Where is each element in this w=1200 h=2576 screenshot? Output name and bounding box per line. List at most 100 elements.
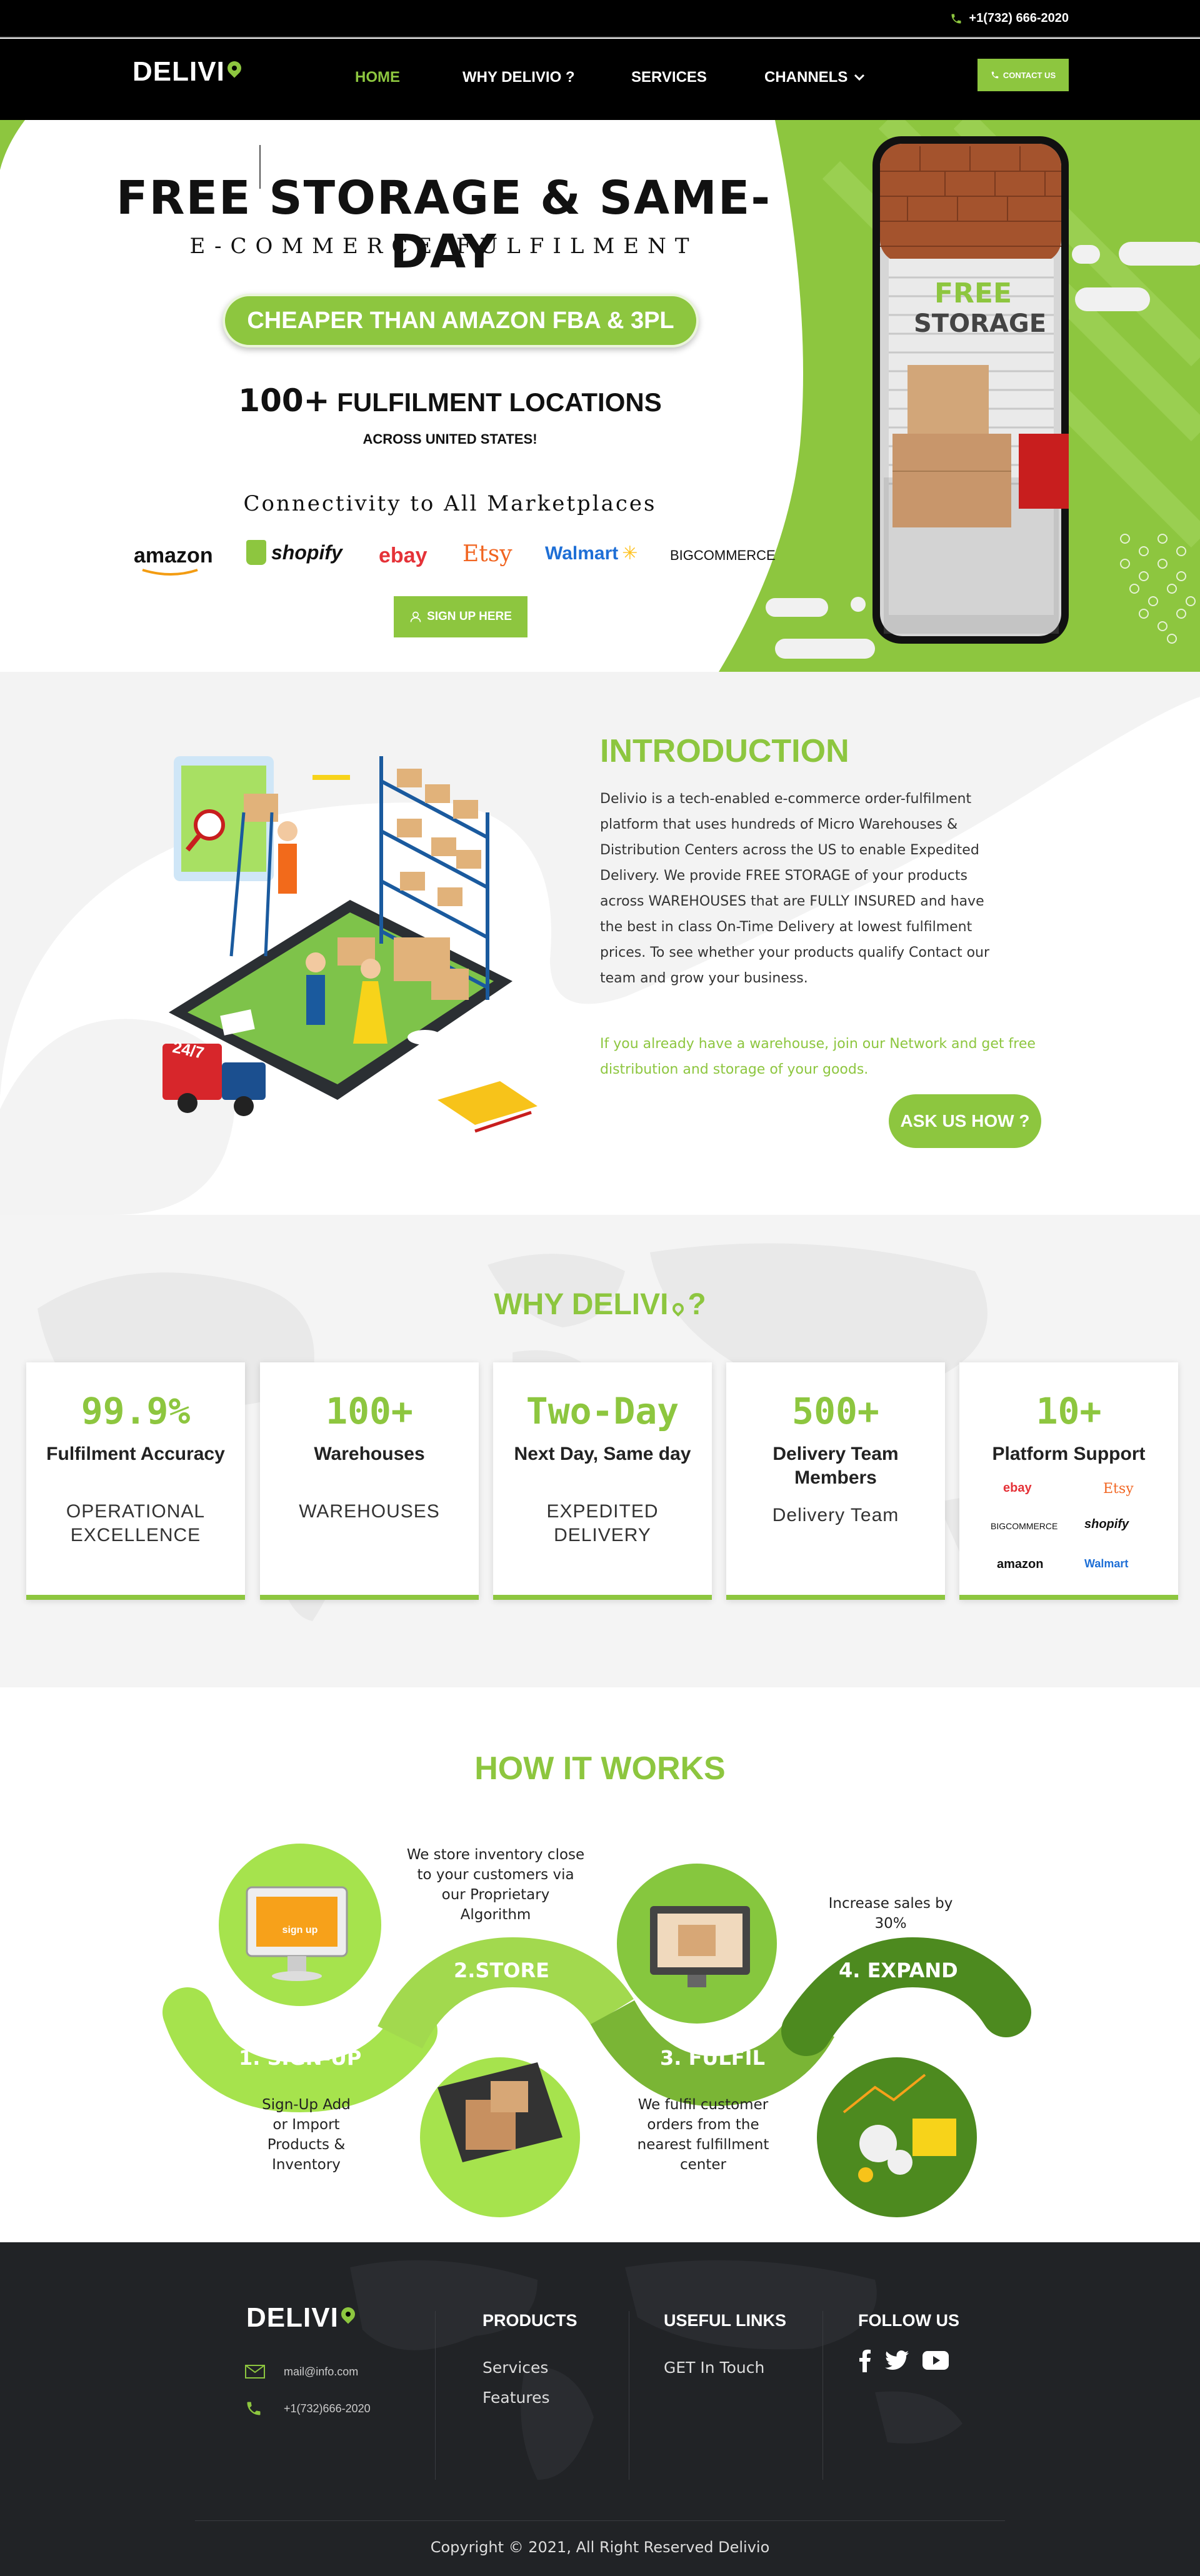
step-3-text: We fulfil customer orders from the neare… <box>637 2097 769 2173</box>
walmart-text: Walmart <box>545 542 619 564</box>
envelope-icon <box>245 2365 265 2379</box>
why-card-value: 10+ <box>1036 1390 1102 1432</box>
logo[interactable]: DELIVI <box>132 56 244 87</box>
step-2-label: 2.STORE <box>454 1959 549 1982</box>
etsy-logo: Etsy <box>462 541 512 567</box>
amazon-logo: amazon <box>134 544 213 567</box>
walmart-spark-icon: ✳ <box>622 543 638 564</box>
location-pin-icon <box>224 58 244 78</box>
why-card-label: Platform Support <box>992 1444 1146 1464</box>
why-heading-suffix: ? <box>688 1288 706 1321</box>
phone-icon <box>951 14 961 23</box>
social-links <box>859 2349 949 2372</box>
locations-label: FULFILMENT LOCATIONS <box>337 387 662 417</box>
why-card-accuracy: 99.9% Fulfilment Accuracy OPERATIONAL EX… <box>26 1362 245 1600</box>
why-card-warehouses: 100+ Warehouses WAREHOUSES <box>260 1362 479 1600</box>
step-1-label: 1. SIGN-UP <box>239 2046 362 2070</box>
phone-icon <box>991 71 999 79</box>
nav-channels-label: CHANNELS <box>764 69 848 86</box>
why-card-value: 500+ <box>792 1390 879 1432</box>
intro-section: 24/7 INTRODUCTION Delivio is a tech-enab… <box>0 672 1200 1215</box>
footer-link-features[interactable]: Features <box>482 2389 550 2407</box>
connectivity-heading: Connectivity to All Marketplaces <box>243 491 657 516</box>
phone-sign: FREE STORAGE <box>914 277 1047 338</box>
why-card-sub: WAREHOUSES <box>299 1501 440 1522</box>
phone-mockup: FREE STORAGE <box>870 134 1071 646</box>
phone-sign-storage: STORAGE <box>914 309 1047 338</box>
mini-bigcommerce-logo: BIGCOMMERCE <box>991 1521 1058 1531</box>
footer-phone-text: +1(732)666-2020 <box>284 2402 371 2415</box>
why-heading-text: WHY DELIVI <box>494 1288 669 1321</box>
phone-icon <box>247 2402 261 2415</box>
topbar-phone[interactable]: +1(732) 666-2020 <box>950 11 1069 26</box>
top-bar: +1(732) 666-2020 <box>0 0 1200 37</box>
footer-map-background <box>350 2260 962 2480</box>
footer-products-heading: PRODUCTS <box>482 2311 578 2330</box>
cheaper-pill: CHEAPER THAN AMAZON FBA & 3PL <box>222 294 699 347</box>
location-pin-icon <box>670 1300 686 1317</box>
why-card-value: Two-Day <box>526 1390 679 1432</box>
locations-sub: ACROSS UNITED STATES! <box>362 431 538 447</box>
footer-logo[interactable]: DELIVI <box>246 2302 358 2334</box>
locations-count: 100+ <box>238 382 330 419</box>
why-card-sub: Delivery Team <box>772 1505 899 1525</box>
shopify-logo: shopify <box>246 540 342 565</box>
why-heading: WHY DELIVI ? <box>0 1287 1200 1322</box>
footer: DELIVI mail@info.com +1(732)666-2020 PRO… <box>0 2242 1200 2576</box>
why-card-sub: OPERATIONAL EXCELLENCE <box>66 1501 206 1545</box>
topbar-phone-text: +1(732) 666-2020 <box>969 11 1069 25</box>
ebay-logo: ebay <box>379 544 428 567</box>
sign-up-label: SIGN UP HERE <box>427 610 512 623</box>
why-card-label: Fulfilment Accuracy <box>46 1444 225 1464</box>
footer-useful-heading: USEFUL LINKS <box>664 2311 787 2330</box>
walmart-logo: Walmart ✳ <box>545 542 638 564</box>
shopify-bag-icon <box>246 540 266 565</box>
mini-shopify-logo: shopify <box>1084 1517 1129 1531</box>
intro-green-note: If you already have a warehouse, join ou… <box>600 1036 1036 1077</box>
twitter-icon[interactable] <box>885 2350 909 2370</box>
footer-divider <box>822 2311 823 2480</box>
nav-home[interactable]: HOME <box>355 69 400 86</box>
navbar: DELIVI HOME WHY DELIVIO ? SERVICES CHANN… <box>0 39 1200 120</box>
footer-phone[interactable]: +1(732)666-2020 <box>245 2400 371 2417</box>
logo-text: DELIVI <box>132 56 225 87</box>
warehouse-illustration <box>162 756 538 1133</box>
chevron-down-icon <box>854 74 865 81</box>
mini-walmart-logo: Walmart <box>1084 1557 1129 1570</box>
facebook-icon[interactable] <box>859 2349 871 2372</box>
contact-us-button[interactable]: CONTACT US <box>978 59 1069 91</box>
step-4-text: Increase sales by 30% <box>828 1895 953 1932</box>
step-3-label: 3. FULFIL <box>660 2046 765 2070</box>
amazon-smile-icon <box>142 569 198 576</box>
why-card-delivery-speed: Two-Day Next Day, Same day EXPEDITED DEL… <box>493 1362 712 1600</box>
locations-heading: 100+ FULFILMENT LOCATIONS <box>212 382 688 419</box>
hero-section: FREE STORAGE FREE STORAGE & SAME-DAY E-C… <box>0 120 1200 672</box>
contact-us-label: CONTACT US <box>1002 70 1056 80</box>
mini-amazon-logo: amazon <box>997 1557 1044 1571</box>
shopify-text: shopify <box>271 541 342 564</box>
nav-services[interactable]: SERVICES <box>631 69 707 86</box>
footer-link-get-in-touch[interactable]: GET In Touch <box>664 2359 764 2377</box>
youtube-icon[interactable] <box>922 2351 949 2370</box>
ask-us-how-button[interactable]: ASK US HOW ? <box>889 1094 1041 1148</box>
nav-why-delivio[interactable]: WHY DELIVIO ? <box>462 69 575 86</box>
nav-channels[interactable]: CHANNELS <box>764 69 865 86</box>
location-pin-icon <box>338 2304 358 2324</box>
footer-logo-text: DELIVI <box>246 2302 339 2333</box>
hero-title: FREE STORAGE & SAME-DAY <box>116 171 772 279</box>
mini-etsy-logo: Etsy <box>1103 1481 1134 1497</box>
phone-illustration <box>872 136 1069 644</box>
footer-follow-heading: FOLLOW US <box>858 2311 959 2330</box>
footer-email[interactable]: mail@info.com <box>245 2365 358 2379</box>
sign-up-button[interactable]: SIGN UP HERE <box>394 596 528 637</box>
copyright: Copyright © 2021, All Right Reserved Del… <box>430 2539 770 2556</box>
bigcommerce-logo: BIGCOMMERCE <box>670 547 776 563</box>
why-card-value: 100+ <box>326 1390 413 1432</box>
intro-body: Delivio is a tech-enabled e-commerce ord… <box>600 791 990 986</box>
why-card-label: Delivery Team Members <box>772 1444 899 1488</box>
hero-subtitle: E-COMMERCE FULFILMENT <box>189 234 698 259</box>
why-card-label: Next Day, Same day <box>514 1444 691 1464</box>
footer-link-services[interactable]: Services <box>482 2359 548 2377</box>
why-card-value: 99.9% <box>81 1390 191 1432</box>
why-card-label: Warehouses <box>314 1444 425 1464</box>
